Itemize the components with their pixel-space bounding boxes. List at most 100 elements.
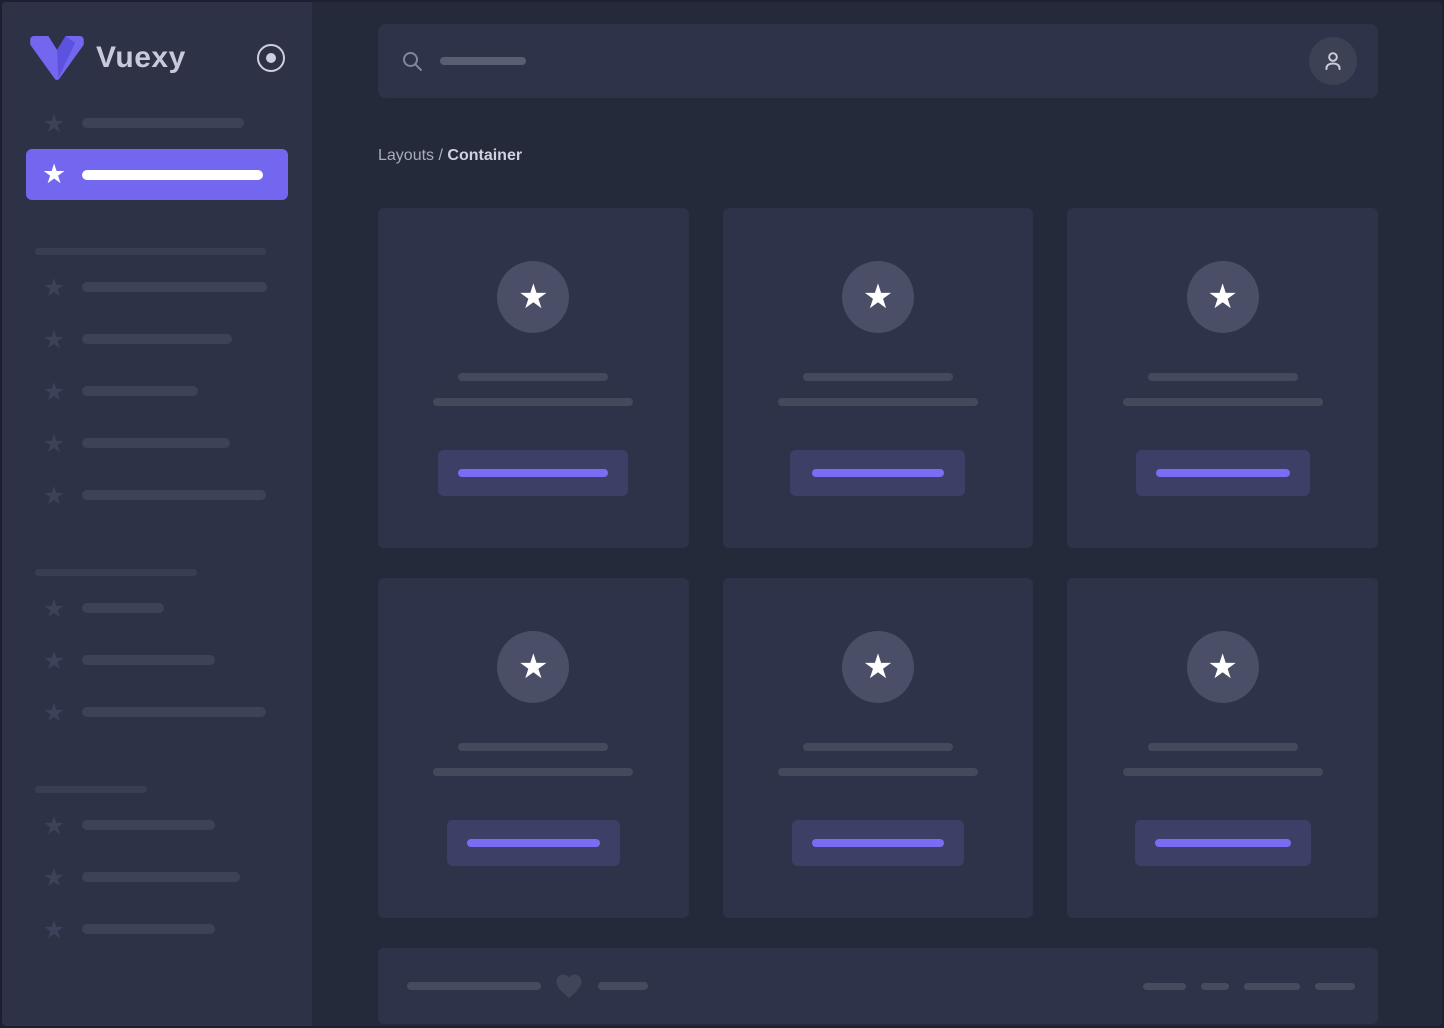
footer-skeleton-bar — [1143, 982, 1186, 990]
sidebar-section-divider — [35, 786, 288, 793]
sidebar-item[interactable]: ★ — [26, 686, 288, 738]
star-icon: ★ — [862, 647, 894, 687]
card-skeleton-line — [802, 743, 953, 751]
star-icon: ★ — [862, 277, 894, 317]
main-area: Layouts / Container ★ ★ ★ ★ ★ ★ — [312, 2, 1378, 1026]
card-skeleton-line — [458, 373, 609, 381]
card-action-button[interactable] — [1135, 450, 1310, 496]
footer-skeleton-bar — [1244, 982, 1300, 990]
sidebar-item[interactable]: ★ — [26, 365, 288, 417]
heart-icon — [556, 974, 582, 998]
breadcrumb-separator: / — [434, 147, 448, 164]
radio-circle-icon[interactable] — [257, 44, 285, 72]
footer-skeleton-bar — [1315, 982, 1355, 990]
sidebar-item-label-bar — [82, 820, 215, 830]
star-icon: ★ — [1207, 647, 1238, 687]
sidebar-item[interactable]: ★ — [26, 799, 288, 851]
star-icon: ★ — [42, 810, 66, 840]
card-avatar: ★ — [1186, 261, 1259, 333]
card-avatar: ★ — [1186, 631, 1259, 703]
sidebar-item[interactable]: ★ — [26, 903, 288, 955]
sidebar-header: Vuexy — [2, 2, 312, 80]
card-skeleton-line — [802, 373, 953, 381]
sidebar: Vuexy ★ ★ ★ ★ ★ ★ ★ ★ ★ ★ ★ ★ ★ — [2, 2, 312, 1026]
star-icon: ★ — [42, 376, 66, 406]
button-label-bar — [466, 839, 600, 847]
button-label-bar — [811, 469, 944, 477]
sidebar-item[interactable]: ★ — [26, 469, 288, 521]
sidebar-item[interactable]: ★ — [26, 851, 288, 903]
star-icon: ★ — [42, 272, 66, 302]
star-icon: ★ — [1207, 277, 1238, 317]
star-icon: ★ — [42, 914, 66, 944]
star-icon: ★ — [42, 159, 67, 190]
card-skeleton-line — [777, 398, 978, 406]
search-placeholder-bar — [440, 57, 526, 65]
sidebar-item-label-bar — [82, 169, 263, 180]
breadcrumb-parent[interactable]: Layouts — [378, 147, 434, 164]
sidebar-section-divider — [35, 569, 288, 576]
sidebar-item[interactable]: ★ — [26, 97, 288, 149]
star-icon: ★ — [42, 108, 66, 138]
sidebar-item-active[interactable]: ★ — [26, 149, 288, 200]
sidebar-item[interactable]: ★ — [26, 634, 288, 686]
app-window: Vuexy ★ ★ ★ ★ ★ ★ ★ ★ ★ ★ ★ ★ ★ Layouts … — [0, 0, 1444, 1028]
star-icon: ★ — [42, 480, 66, 510]
star-icon: ★ — [42, 324, 66, 354]
sidebar-item-label-bar — [82, 707, 266, 717]
star-icon: ★ — [42, 862, 66, 892]
topbar — [378, 24, 1378, 98]
sidebar-item-label-bar — [82, 118, 244, 128]
card-action-button[interactable] — [438, 450, 629, 496]
footer-skeleton-bar — [598, 982, 648, 990]
sidebar-item[interactable]: ★ — [26, 582, 288, 634]
content-card: ★ — [378, 578, 689, 918]
card-avatar: ★ — [841, 631, 914, 703]
sidebar-item[interactable]: ★ — [26, 417, 288, 469]
card-avatar: ★ — [497, 261, 570, 333]
star-icon: ★ — [518, 647, 549, 687]
brand-title: Vuexy — [96, 41, 186, 74]
button-label-bar — [1155, 469, 1290, 477]
sidebar-item-label-bar — [82, 603, 164, 613]
search-input[interactable] — [400, 24, 1309, 98]
vuexy-logo — [30, 36, 84, 80]
breadcrumb-current: Container — [447, 147, 523, 164]
section-divider-bar — [35, 569, 197, 576]
content-card: ★ — [722, 208, 1034, 548]
card-skeleton-line — [1122, 768, 1323, 776]
search-icon — [403, 52, 422, 71]
star-icon: ★ — [42, 697, 66, 727]
sidebar-section-divider — [35, 248, 288, 255]
sidebar-item-label-bar — [82, 282, 267, 292]
star-icon: ★ — [42, 645, 66, 675]
star-icon: ★ — [42, 593, 66, 623]
card-skeleton-line — [1147, 743, 1298, 751]
card-action-button[interactable] — [791, 820, 964, 866]
star-icon: ★ — [518, 277, 549, 317]
section-divider-bar — [35, 248, 266, 255]
sidebar-item[interactable]: ★ — [26, 261, 288, 313]
card-avatar: ★ — [841, 261, 914, 333]
sidebar-menu: ★ ★ ★ ★ ★ ★ ★ ★ ★ ★ ★ ★ ★ — [2, 97, 312, 955]
card-skeleton-line — [1147, 373, 1298, 381]
card-skeleton-line — [777, 768, 978, 776]
user-avatar-button[interactable] — [1309, 37, 1357, 85]
card-action-button[interactable] — [446, 820, 620, 866]
card-action-button[interactable] — [1134, 820, 1311, 866]
card-skeleton-line — [433, 398, 634, 406]
sidebar-item[interactable]: ★ — [26, 313, 288, 365]
cards-grid: ★ ★ ★ ★ ★ ★ — [378, 208, 1378, 918]
section-divider-bar — [35, 786, 147, 793]
button-label-bar — [1154, 839, 1291, 847]
sidebar-item-label-bar — [82, 872, 240, 882]
card-action-button[interactable] — [790, 450, 966, 496]
button-label-bar — [458, 469, 609, 477]
breadcrumb: Layouts / Container — [378, 146, 1378, 166]
footer-right-bars — [1143, 982, 1355, 990]
star-icon: ★ — [42, 428, 66, 458]
content-card: ★ — [722, 578, 1034, 918]
content-card: ★ — [1067, 578, 1378, 918]
radio-dot — [266, 53, 276, 63]
card-skeleton-line — [458, 743, 609, 751]
